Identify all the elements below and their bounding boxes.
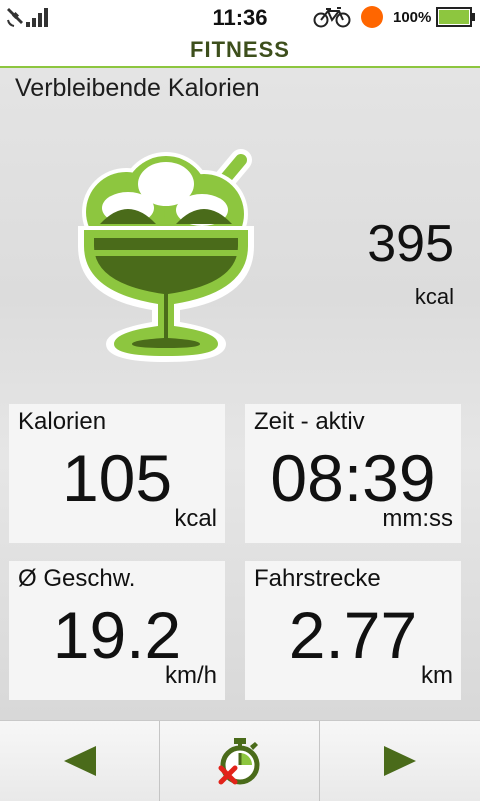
- tile-distance[interactable]: Fahrstrecke 2.77 km: [245, 561, 461, 700]
- stopwatch-cancel-icon: [218, 738, 259, 785]
- tile-label: Fahrstrecke: [254, 565, 381, 592]
- bicycle-icon: [313, 7, 351, 28]
- tile-label: Zeit - aktiv: [254, 408, 365, 435]
- ice-cream-sundae-icon: [78, 149, 254, 362]
- remaining-calories-heading: Verbleibende Kalorien: [15, 74, 260, 102]
- previous-arrow-icon: [63, 746, 96, 776]
- remaining-calories-value: 395: [367, 215, 454, 273]
- tile-label: Kalorien: [18, 408, 107, 435]
- page-title: FITNESS: [190, 37, 290, 62]
- previous-button[interactable]: [0, 721, 160, 801]
- tile-unit: km: [421, 662, 453, 689]
- title-bar: FITNESS: [0, 34, 480, 68]
- tile-unit: kcal: [174, 505, 217, 532]
- stop-timer-button[interactable]: [160, 721, 320, 801]
- record-dot-icon: [361, 6, 383, 28]
- next-button[interactable]: [320, 721, 480, 801]
- tile-average-speed[interactable]: Ø Geschw. 19.2 km/h: [9, 561, 225, 700]
- bottom-navigation: [0, 720, 480, 801]
- main-content: Verbleibende Kalorien 395 kcal Kalorien …: [0, 68, 480, 720]
- battery-icon: [436, 7, 475, 27]
- next-arrow-icon: [384, 746, 416, 776]
- battery-percent: 100%: [393, 9, 432, 26]
- status-bar: 11:36 100%: [0, 0, 480, 34]
- tile-label: Ø Geschw.: [18, 565, 136, 592]
- remaining-calories-unit: kcal: [414, 284, 454, 309]
- tile-calories[interactable]: Kalorien 105 kcal: [9, 404, 225, 543]
- tile-unit: mm:ss: [382, 505, 453, 532]
- tile-active-time[interactable]: Zeit - aktiv 08:39 mm:ss: [245, 404, 461, 543]
- tile-unit: km/h: [164, 662, 217, 689]
